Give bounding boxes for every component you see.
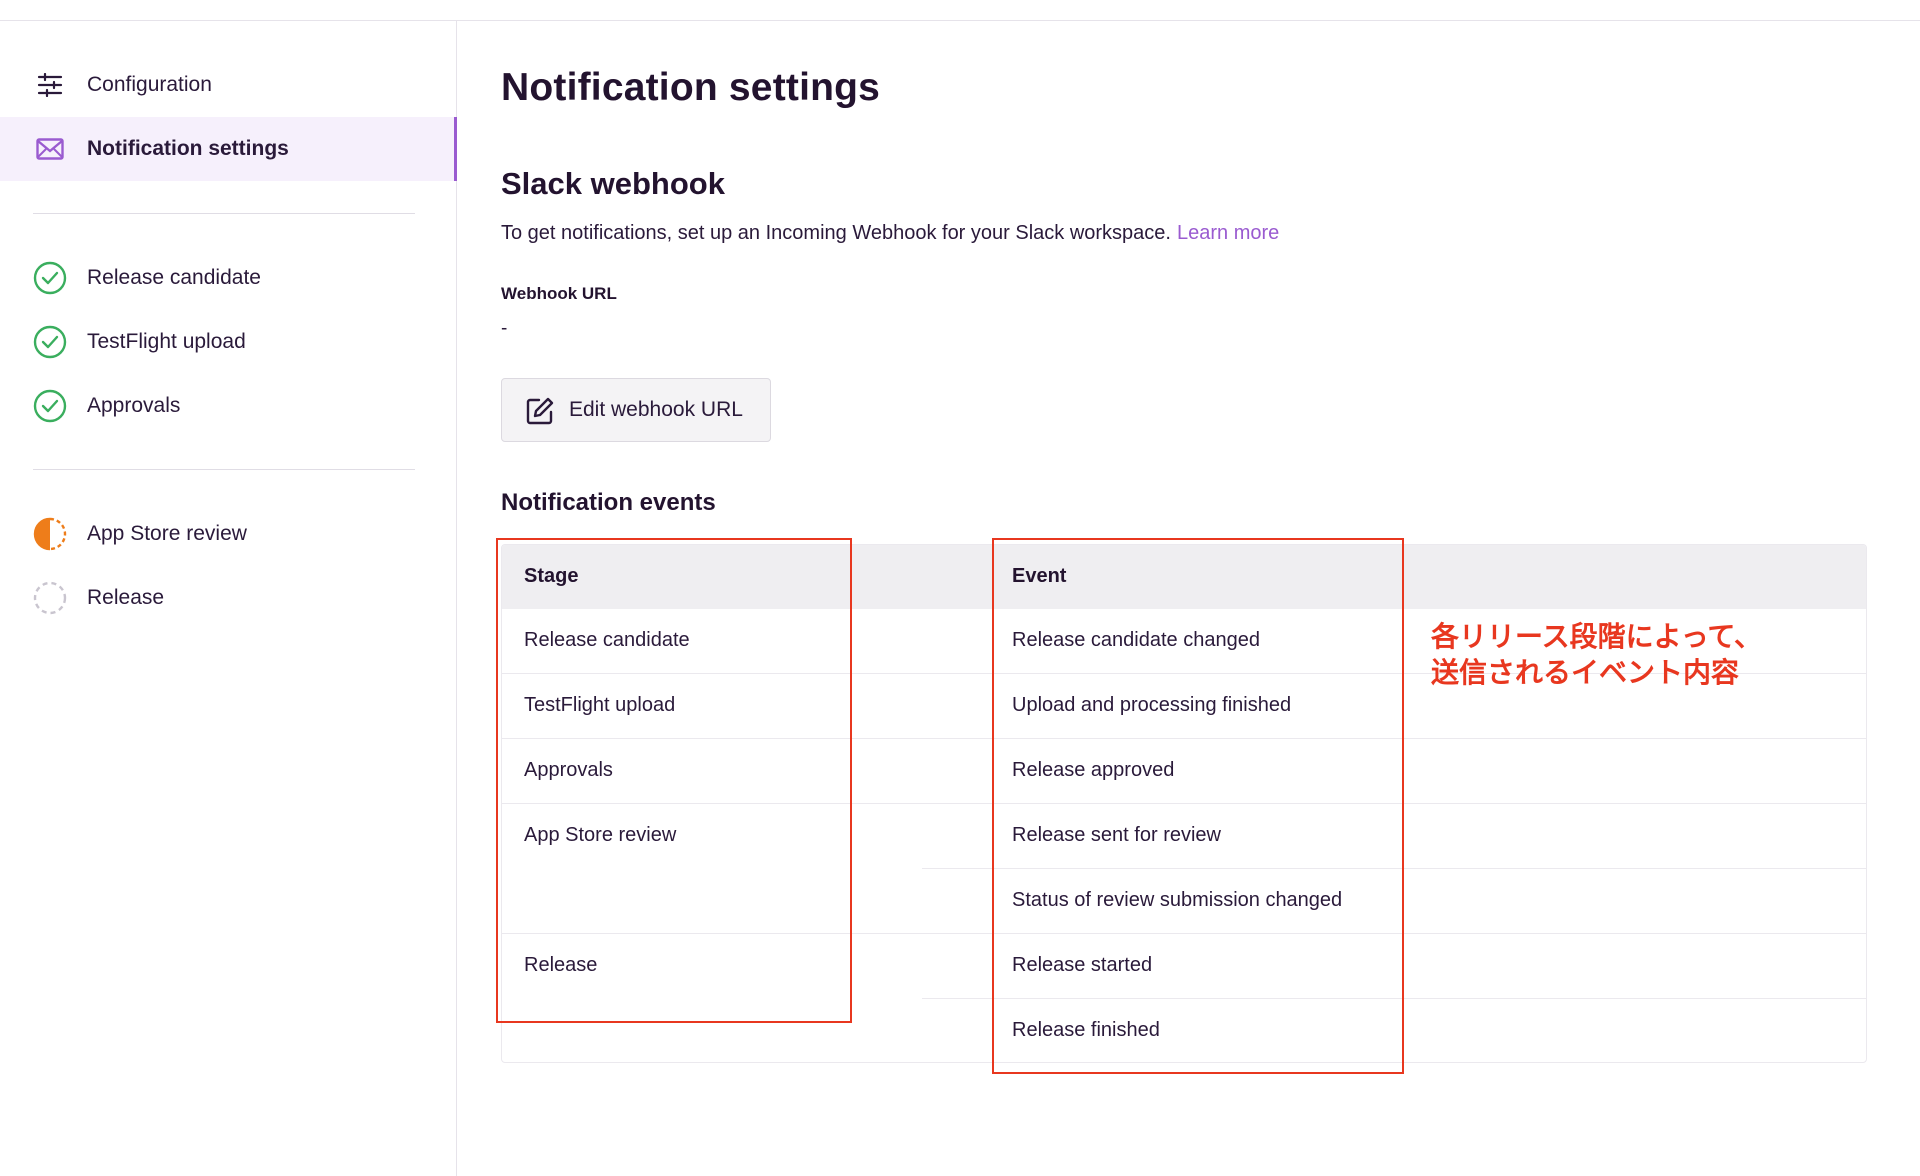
envelope-icon: [33, 132, 67, 166]
sidebar-item-release[interactable]: Release: [0, 566, 457, 630]
check-circle-icon: [33, 325, 67, 359]
check-circle-icon: [33, 389, 67, 423]
sidebar-item-release-candidate[interactable]: Release candidate: [0, 246, 457, 310]
edit-webhook-url-label: Edit webhook URL: [569, 398, 743, 421]
check-circle-icon: [33, 261, 67, 295]
sidebar-item-approvals[interactable]: Approvals: [0, 374, 457, 438]
webhook-url-label: Webhook URL: [501, 284, 617, 303]
slack-description: To get notifications, set up an Incoming…: [501, 222, 1279, 245]
sidebar-item-label: TestFlight upload: [87, 330, 246, 353]
edit-webhook-url-button[interactable]: Edit webhook URL: [501, 378, 771, 442]
sidebar-item-label: Approvals: [87, 394, 181, 417]
sidebar-item-label: Release: [87, 586, 165, 609]
stage-highlight-box: [496, 538, 852, 1023]
half-circle-icon: [33, 517, 67, 551]
sidebar-item-label: Notification settings: [87, 137, 289, 160]
sidebar-item-testflight-upload[interactable]: TestFlight upload: [0, 310, 457, 374]
sliders-icon: [33, 68, 67, 102]
dashed-circle-icon: [33, 581, 67, 615]
annotation-line: 送信されるイベント内容: [1431, 656, 1740, 689]
sidebar-item-notification-settings[interactable]: Notification settings: [0, 117, 457, 181]
sidebar-item-configuration[interactable]: Configuration: [0, 53, 457, 117]
page-title: Notification settings: [501, 66, 881, 109]
slack-webhook-title: Slack webhook: [501, 166, 725, 201]
annotation-text: 各リリース段階によって、 送信されるイベント内容: [1431, 619, 1762, 691]
annotation-line: 各リリース段階によって、: [1431, 620, 1762, 653]
learn-more-link[interactable]: Learn more: [1177, 222, 1279, 244]
sidebar: Configuration Notification settings Rele…: [0, 21, 457, 1176]
slack-description-text: To get notifications, set up an Incoming…: [501, 222, 1171, 244]
webhook-url-value: -: [501, 318, 508, 339]
edit-icon: [525, 396, 555, 426]
sidebar-item-app-store-review[interactable]: App Store review: [0, 502, 457, 566]
sidebar-item-label: Release candidate: [87, 266, 261, 289]
sidebar-divider: [33, 469, 415, 470]
event-highlight-box: [992, 538, 1404, 1074]
sidebar-item-label: App Store review: [87, 522, 247, 545]
sidebar-divider: [33, 213, 415, 214]
sidebar-item-label: Configuration: [87, 73, 212, 96]
notification-events-title: Notification events: [501, 489, 716, 516]
